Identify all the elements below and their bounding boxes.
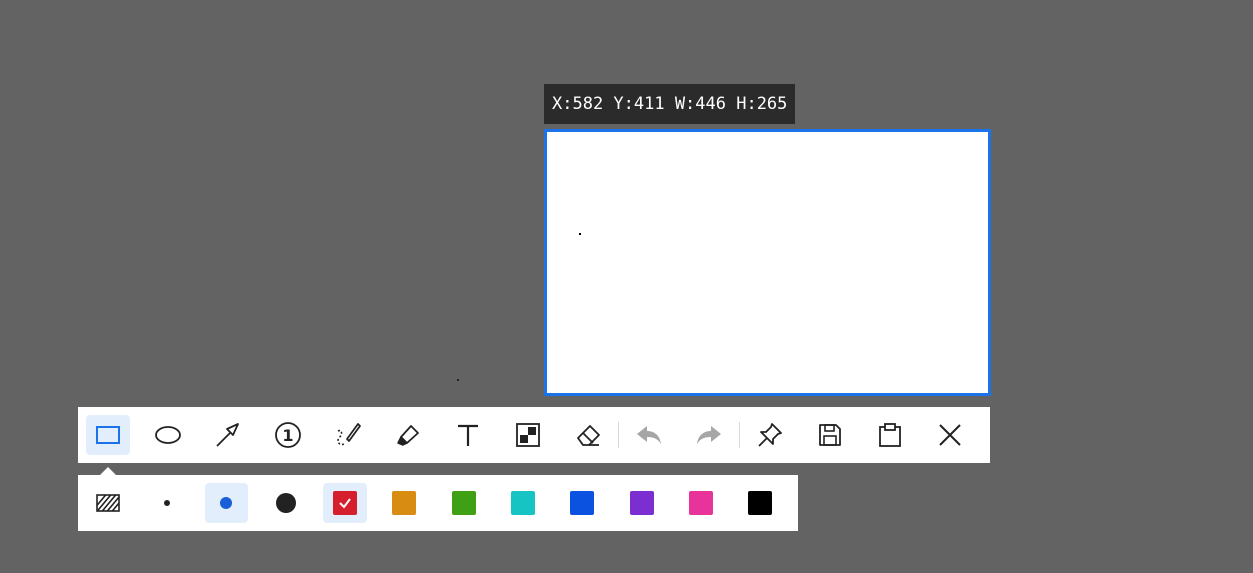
size-small-dot xyxy=(163,500,170,506)
color-swatch xyxy=(332,491,357,515)
number-marker-tool-button[interactable]: 1 xyxy=(266,415,310,455)
size-medium-dot xyxy=(220,497,233,509)
pin-button[interactable] xyxy=(748,415,792,455)
fill-toggle-button[interactable] xyxy=(86,483,129,523)
hatch-fill-icon xyxy=(95,494,120,512)
toolbar-divider xyxy=(739,422,740,448)
color-pink-button[interactable] xyxy=(679,483,722,523)
color-red-button[interactable] xyxy=(323,483,367,523)
undo-button[interactable] xyxy=(627,415,671,455)
color-green-button[interactable] xyxy=(442,483,485,523)
text-icon xyxy=(458,424,478,446)
size-large-dot xyxy=(275,493,296,513)
palette-pointer xyxy=(100,467,116,475)
pen-tool-button[interactable] xyxy=(326,415,370,455)
size-large-button[interactable] xyxy=(264,483,307,523)
arrow-tool-button[interactable] xyxy=(206,415,250,455)
color-purple-button[interactable] xyxy=(620,483,663,523)
arrow-icon xyxy=(216,423,239,447)
color-swatch xyxy=(748,491,773,515)
annotation-toolbar: 1 xyxy=(78,407,990,463)
rectangle-tool-button[interactable] xyxy=(86,415,130,455)
highlighter-icon xyxy=(397,425,419,446)
clipboard-icon xyxy=(879,423,901,447)
eraser-icon xyxy=(577,425,600,446)
rectangle-icon xyxy=(96,426,120,444)
toolbar-divider xyxy=(618,422,619,448)
copy-to-clipboard-button[interactable] xyxy=(868,415,912,455)
color-swatch xyxy=(392,491,417,515)
color-orange-button[interactable] xyxy=(383,483,426,523)
undo-icon xyxy=(637,426,661,444)
size-medium-button[interactable] xyxy=(204,483,248,523)
text-tool-button[interactable] xyxy=(446,415,490,455)
color-swatch xyxy=(629,491,654,515)
ellipse-icon xyxy=(155,426,181,444)
close-button[interactable] xyxy=(928,415,972,455)
style-palette xyxy=(78,475,798,531)
stray-dot xyxy=(457,379,459,381)
ellipse-tool-button[interactable] xyxy=(146,415,190,455)
save-button[interactable] xyxy=(808,415,852,455)
selection-dot xyxy=(579,233,581,235)
pen-icon xyxy=(337,423,361,446)
mosaic-tool-button[interactable] xyxy=(506,415,550,455)
color-swatch xyxy=(510,491,535,515)
color-swatch xyxy=(451,491,476,515)
color-cyan-button[interactable] xyxy=(501,483,544,523)
number-marker-label: 1 xyxy=(282,426,293,445)
redo-icon xyxy=(697,426,721,444)
selection-area[interactable] xyxy=(544,129,991,396)
eraser-tool-button[interactable] xyxy=(566,415,610,455)
highlighter-tool-button[interactable] xyxy=(386,415,430,455)
info-bar: X:582 Y:411 W:446 H:265 xyxy=(544,84,796,124)
size-small-button[interactable] xyxy=(145,483,188,523)
save-icon xyxy=(819,424,841,446)
color-swatch xyxy=(570,491,595,515)
checkmark-icon xyxy=(339,498,351,509)
mosaic-icon xyxy=(516,423,540,447)
color-swatch xyxy=(688,491,713,515)
color-blue-button[interactable] xyxy=(561,483,604,523)
close-icon xyxy=(939,424,961,446)
color-black-button[interactable] xyxy=(739,483,782,523)
number-marker-icon: 1 xyxy=(275,422,301,448)
pin-icon xyxy=(758,423,782,447)
redo-button[interactable] xyxy=(687,415,731,455)
